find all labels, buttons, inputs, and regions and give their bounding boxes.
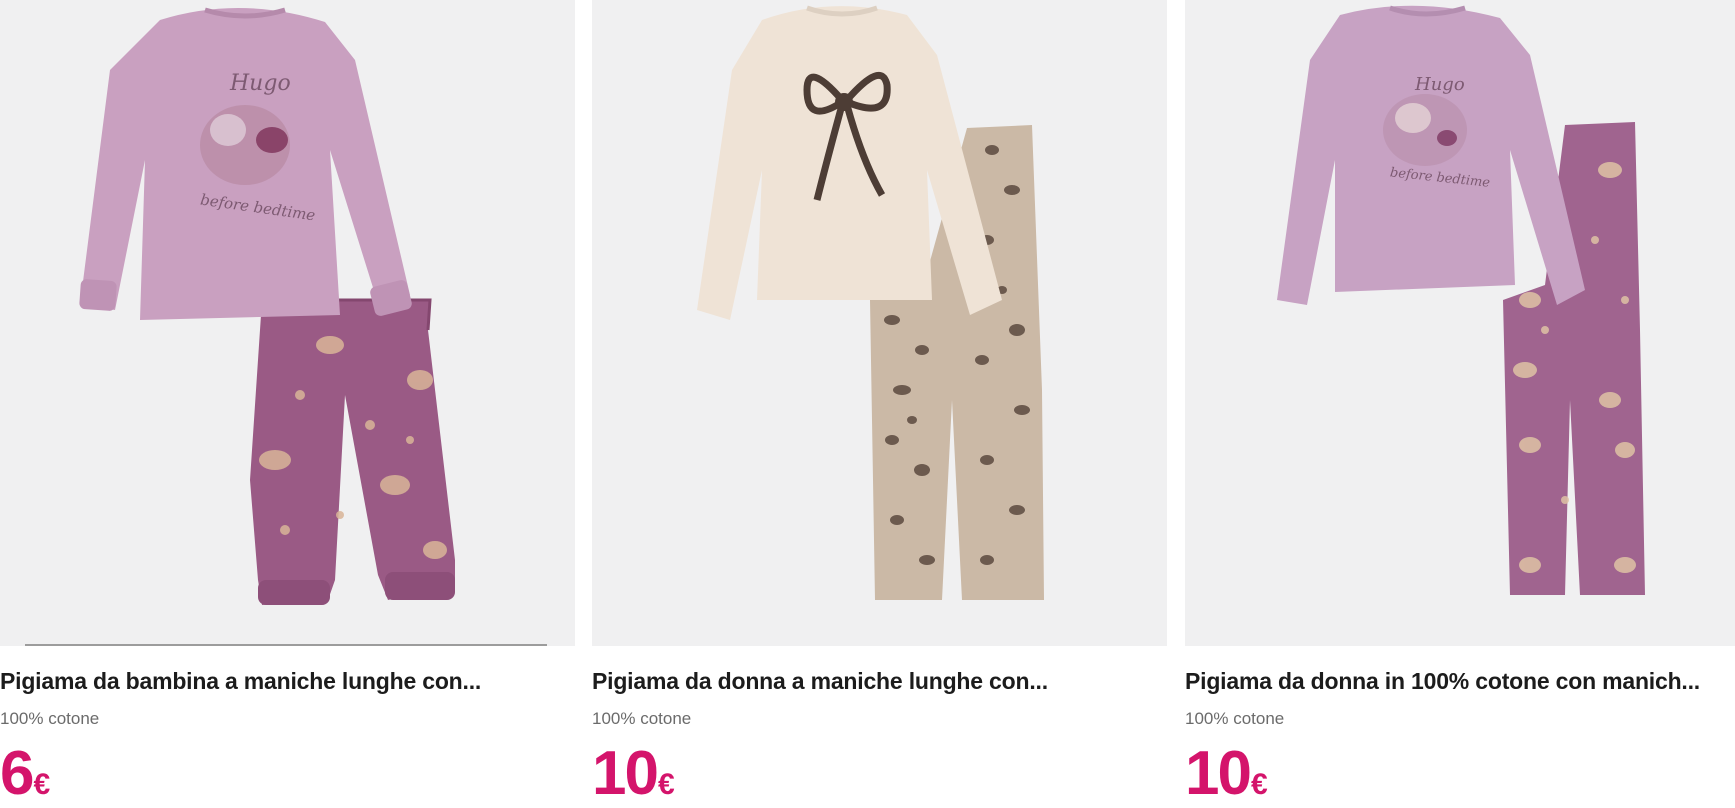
product-card[interactable]: Hugo before bedtime Pigiama da donna in … bbox=[1185, 0, 1735, 805]
price-currency: € bbox=[1250, 768, 1268, 801]
pajama-top: Hugo before bedtime bbox=[1277, 5, 1585, 306]
product-title[interactable]: Pigiama da donna a maniche lunghe con... bbox=[592, 668, 1167, 695]
print-text: Hugo bbox=[1414, 74, 1465, 95]
print-text: Hugo bbox=[229, 71, 291, 96]
product-material: 100% cotone bbox=[592, 709, 692, 728]
pajama-top: Hugo before bedtime bbox=[79, 7, 412, 320]
price-amount: 10 bbox=[592, 739, 659, 808]
product-image[interactable] bbox=[592, 0, 1167, 646]
pajama-illustration: Hugo before bedtime bbox=[79, 7, 455, 605]
price-currency: € bbox=[657, 768, 675, 801]
pajama-illustration bbox=[697, 5, 1044, 600]
product-title[interactable]: Pigiama da bambina a maniche lunghe con.… bbox=[0, 668, 575, 695]
product-price: 10€ bbox=[1185, 742, 1268, 805]
pajama-illustration: Hugo before bedtime bbox=[1277, 5, 1645, 595]
product-card[interactable]: Pigiama da donna a maniche lunghe con...… bbox=[592, 0, 1167, 805]
price-amount: 6 bbox=[0, 739, 35, 808]
product-material: 100% cotone bbox=[1185, 709, 1285, 728]
product-image[interactable]: Hugo before bedtime bbox=[1185, 0, 1735, 646]
price-currency: € bbox=[33, 768, 51, 801]
price-amount: 10 bbox=[1185, 739, 1252, 808]
product-image[interactable]: Hugo before bedtime bbox=[0, 0, 575, 646]
pajama-pants bbox=[250, 298, 455, 605]
image-slide-indicator bbox=[25, 644, 547, 646]
product-grid: Hugo before bedtime Pigiama da bambina a… bbox=[0, 0, 1735, 805]
product-title[interactable]: Pigiama da donna in 100% cotone con mani… bbox=[1185, 668, 1735, 695]
product-material: 100% cotone bbox=[0, 709, 100, 728]
product-price: 10€ bbox=[592, 742, 675, 805]
product-price: 6€ bbox=[0, 742, 50, 805]
product-card[interactable]: Hugo before bedtime Pigiama da bambina a… bbox=[0, 0, 575, 805]
